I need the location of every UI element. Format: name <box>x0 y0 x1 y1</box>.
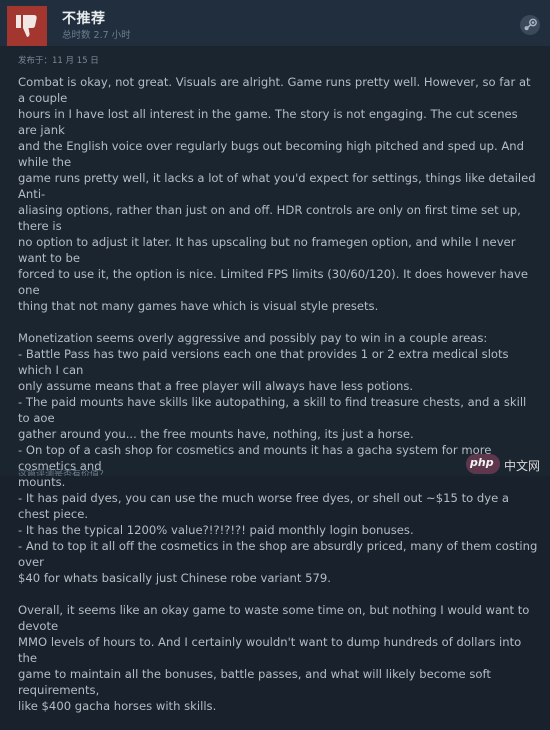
review-line: gather around you... the free mounts hav… <box>18 427 414 441</box>
review-paragraph: Monetization seems overly aggressive and… <box>18 330 538 586</box>
watermark-logo: php <box>470 456 494 469</box>
review-line: - It has paid dyes, you can use the much… <box>18 491 510 521</box>
review-line: - And to top it all off the cosmetics in… <box>18 539 538 569</box>
review-line: Combat is okay, not great. Visuals are a… <box>18 75 531 105</box>
review-line: only assume means that a free player wil… <box>18 379 414 393</box>
review-line: - It has the typical 1200% value?!?!?!?!… <box>18 523 414 537</box>
review-line: like $400 gacha horses with skills. <box>18 699 217 713</box>
steam-icon <box>520 15 540 35</box>
review-line: hours in I have lost all interest in the… <box>18 107 518 137</box>
helpful-prompt: 这篇评测是否有价值？ <box>18 470 109 476</box>
playtime-hours: 总时数 2.7 小时 <box>62 30 131 41</box>
verdict-label: 不推荐 <box>62 11 106 27</box>
watermark-site-name: 中文网 <box>504 459 541 473</box>
review-line: - The paid mounts have skills like autop… <box>18 395 527 425</box>
review-card: 不推荐 总时数 2.7 小时 发布于：11 月 15 日 Combat is o… <box>0 0 550 713</box>
review-header: 不推荐 总时数 2.7 小时 <box>0 0 550 46</box>
posted-date: 发布于：11 月 15 日 <box>18 56 99 66</box>
review-text: Combat is okay, not great. Visuals are a… <box>18 74 538 730</box>
review-line: thing that not many games have which is … <box>18 299 379 313</box>
site-watermark: php 中文网 <box>466 452 550 476</box>
review-line: - Battle Pass has two paid versions each… <box>18 347 509 377</box>
review-line: mounts. <box>18 475 66 489</box>
review-line: no option to adjust it later. It has ups… <box>18 235 516 265</box>
review-line: Monetization seems overly aggressive and… <box>18 331 488 345</box>
review-line: game runs pretty well, it lacks a lot of… <box>18 171 536 201</box>
review-line: and the English voice over regularly bug… <box>18 139 524 169</box>
review-line: aliasing options, rather than just on an… <box>18 203 521 233</box>
review-paragraph: Combat is okay, not great. Visuals are a… <box>18 74 538 314</box>
thumbs-down-icon <box>16 15 37 37</box>
review-paragraph: Overall, it seems like an okay game to w… <box>18 602 538 714</box>
review-line: Overall, it seems like an okay game to w… <box>18 603 530 633</box>
thumbs-down-badge <box>7 6 47 46</box>
review-line: MMO levels of hours to. And I certainly … <box>18 635 522 665</box>
review-line: forced to use it, the option is nice. Li… <box>18 267 528 297</box>
review-line: $40 for whats basically just Chinese rob… <box>18 571 331 585</box>
review-line: game to maintain all the bonuses, battle… <box>18 667 491 697</box>
